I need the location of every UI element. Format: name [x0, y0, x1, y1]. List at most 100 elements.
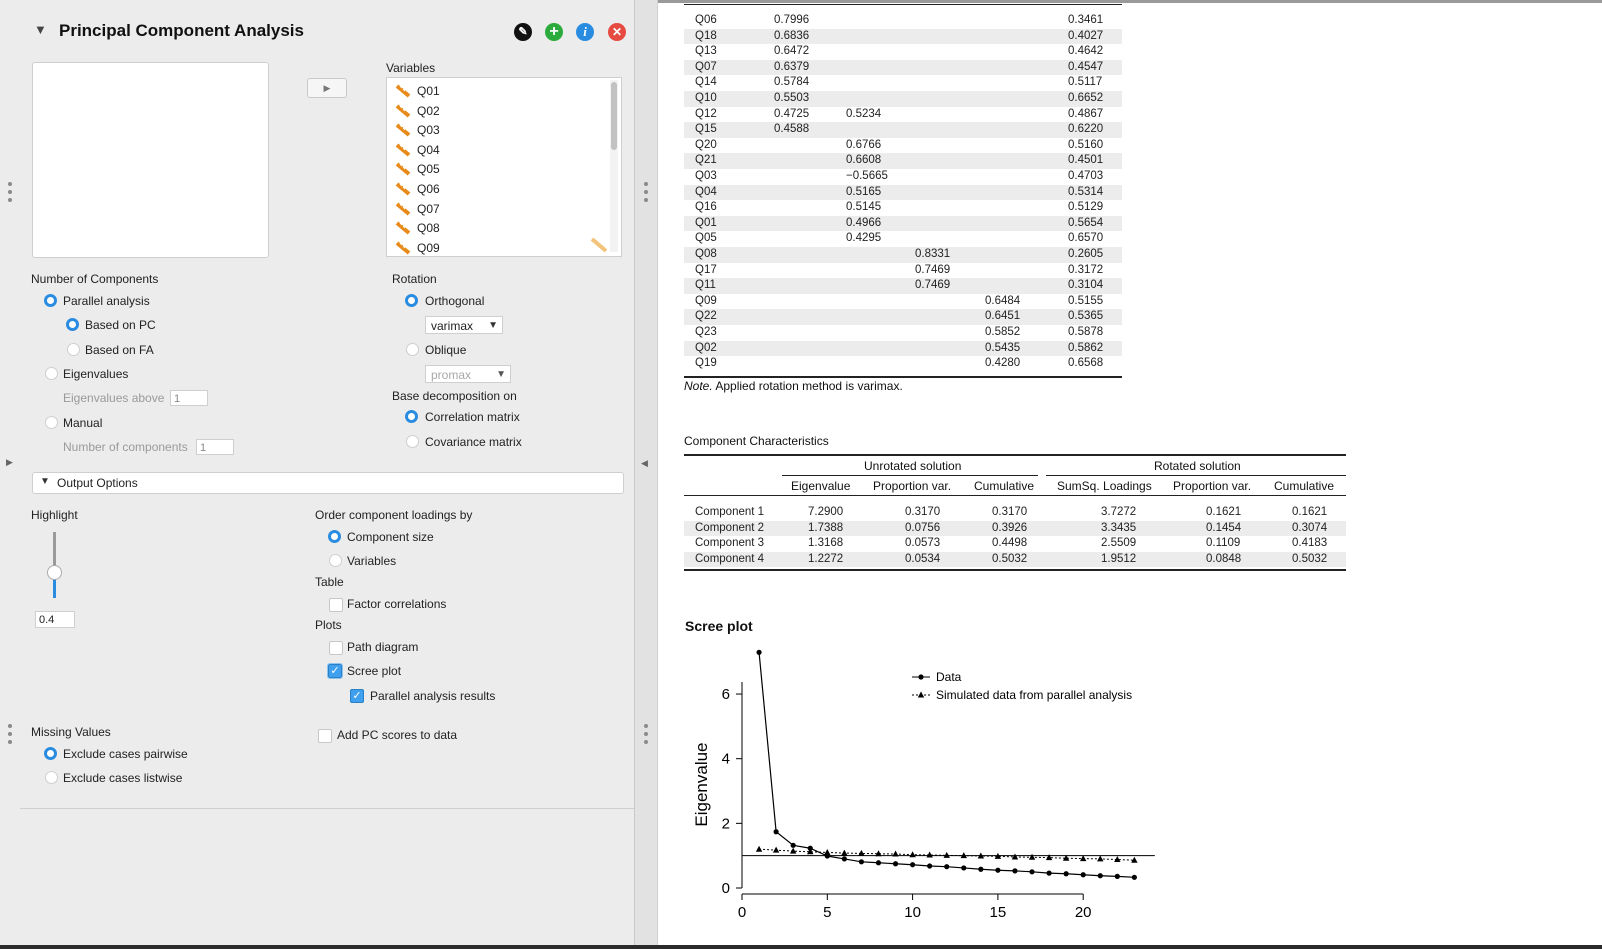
data-point — [1046, 870, 1052, 876]
grip-dot — [8, 740, 12, 744]
analysis-title[interactable]: Principal Component Analysis — [59, 21, 304, 41]
scale-ruler-icon — [395, 241, 411, 255]
radio-component-size[interactable] — [328, 530, 341, 543]
table-cell: 0.6379 — [774, 60, 810, 73]
data-point — [841, 856, 847, 862]
factor-correlations-checkbox[interactable] — [329, 598, 343, 612]
output-options-header[interactable]: ▼ Output Options — [32, 472, 624, 494]
radio-correlation-matrix[interactable] — [405, 410, 418, 423]
scree-plot-title: Scree plot — [685, 618, 753, 634]
divider — [20, 808, 634, 809]
data-point — [1012, 868, 1018, 874]
radio-exclude-listwise[interactable] — [45, 771, 58, 784]
radio-parallel-analysis[interactable] — [44, 294, 57, 307]
orthogonal-label: Orthogonal — [425, 294, 485, 308]
radio-exclude-pairwise[interactable] — [44, 747, 57, 760]
table-cell: 3.3435 — [1101, 521, 1137, 534]
row-label: Q08 — [695, 248, 717, 260]
collapse-arrow-icon[interactable]: ◀ — [641, 458, 648, 469]
table-row: Q02 0.5435 0.5862 — [684, 340, 1122, 357]
radio-eigenvalues[interactable] — [45, 367, 58, 380]
legend-label-parallel: Simulated data from parallel analysis — [936, 688, 1132, 702]
table-cell: 0.6568 — [1068, 357, 1104, 370]
info-icon[interactable]: i — [576, 23, 594, 41]
data-point — [978, 866, 984, 872]
scrollbar-track[interactable] — [610, 80, 618, 252]
parallel-point — [1028, 853, 1036, 860]
table-row: Q01 0.4966 0.5654 — [684, 215, 1122, 232]
highlight-slider-thumb[interactable] — [47, 564, 62, 580]
radio-based-on-fa[interactable] — [67, 343, 80, 356]
table-cell: 0.5852 — [985, 326, 1021, 338]
edit-pencil-icon[interactable]: ✎ — [514, 23, 532, 41]
table-note: Note. Applied rotation method is varimax… — [684, 379, 903, 393]
table-row: Q16 0.5145 0.5129 — [684, 200, 1122, 216]
covariance-matrix-label: Covariance matrix — [425, 435, 522, 449]
row-label: Q11 — [695, 279, 716, 292]
variables-list[interactable]: Q01 Q02 Q03 Q04 Q05 Q06 Q07 Q08 Q09 — [386, 77, 622, 257]
oblique-method-dropdown[interactable]: promax ▼ — [425, 365, 511, 383]
scree-plot-checkbox[interactable]: ✓ — [327, 663, 343, 679]
variables-label: Variables — [386, 61, 436, 75]
add-pc-scores-checkbox[interactable] — [318, 729, 332, 743]
table-row: Q03 −0.5665 0.4703 — [684, 169, 1122, 185]
data-point — [790, 842, 796, 848]
radio-covariance-matrix[interactable] — [406, 435, 419, 448]
eigenvalues-above-input[interactable]: 1 — [170, 390, 208, 406]
table-cell: 0.5862 — [1068, 341, 1104, 354]
grip-dot — [8, 190, 12, 194]
radio-based-on-pc[interactable] — [66, 318, 79, 331]
data-point — [875, 860, 882, 866]
table-cell: 0.7469 — [915, 263, 951, 276]
available-variables-list[interactable] — [32, 62, 269, 258]
collapse-triangle-icon[interactable]: ▼ — [34, 22, 47, 37]
row-label: Q10 — [695, 92, 717, 104]
parallel-results-checkbox[interactable]: ✓ — [350, 689, 364, 703]
table-cell: 0.5784 — [774, 76, 810, 89]
radio-orthogonal[interactable] — [405, 294, 418, 307]
radio-oblique[interactable] — [406, 343, 419, 356]
row-label: Component 4 — [695, 552, 765, 565]
note-text: Applied rotation method is varimax. — [712, 379, 903, 393]
table-cell: 0.5365 — [1068, 310, 1104, 323]
orthogonal-method-value: varimax — [431, 319, 474, 333]
orthogonal-method-dropdown[interactable]: varimax ▼ — [425, 316, 503, 334]
radio-manual[interactable] — [45, 416, 58, 429]
panel-splitter[interactable]: ◀ — [635, 0, 658, 949]
table-cell: 0.4280 — [985, 357, 1021, 370]
table-row: Q14 0.5784 0.5117 — [684, 75, 1122, 91]
highlight-value-input[interactable]: 0.4 — [35, 611, 75, 628]
table-row: Q18 0.6836 0.4027 — [684, 28, 1122, 45]
left-gutter[interactable]: ▶ — [0, 0, 21, 949]
table-cell: 0.6220 — [1068, 123, 1104, 136]
data-point — [927, 863, 933, 869]
exclude-pairwise-label: Exclude cases pairwise — [63, 747, 188, 761]
radio-order-variables[interactable] — [329, 554, 342, 567]
x-tick-label: 10 — [904, 904, 921, 921]
grip-dot — [644, 182, 648, 186]
number-of-components-input[interactable]: 1 — [196, 439, 234, 455]
add-plus-icon[interactable]: + — [545, 23, 563, 41]
y-tick-label: 4 — [722, 751, 730, 768]
legend-label-data: Data — [936, 670, 962, 684]
plots-label: Plots — [315, 618, 342, 632]
table-cell: 0.5165 — [846, 185, 882, 198]
column-header: Cumulative — [1274, 479, 1335, 493]
parallel-point — [892, 850, 899, 857]
column-header: Eigenvalue — [791, 479, 851, 493]
close-icon[interactable]: ✕ — [608, 23, 626, 41]
variable-name: Q01 — [417, 84, 440, 98]
scrollbar-thumb[interactable] — [611, 82, 617, 150]
column-header: Proportion var. — [873, 479, 952, 493]
number-of-components-label: Number of Components — [31, 272, 159, 286]
row-label: Component 2 — [695, 521, 765, 534]
table-cell: 0.4588 — [774, 123, 810, 136]
expand-arrow-icon[interactable]: ▶ — [6, 457, 13, 468]
path-diagram-checkbox[interactable] — [329, 641, 343, 655]
table-cell: 0.7996 — [774, 14, 810, 26]
row-label: Q22 — [695, 310, 717, 323]
data-point — [1063, 871, 1069, 877]
table-row: Q22 0.6451 0.5365 — [684, 309, 1122, 325]
move-arrow-button[interactable]: ▶ — [307, 78, 347, 98]
row-label: Q06 — [695, 14, 717, 26]
